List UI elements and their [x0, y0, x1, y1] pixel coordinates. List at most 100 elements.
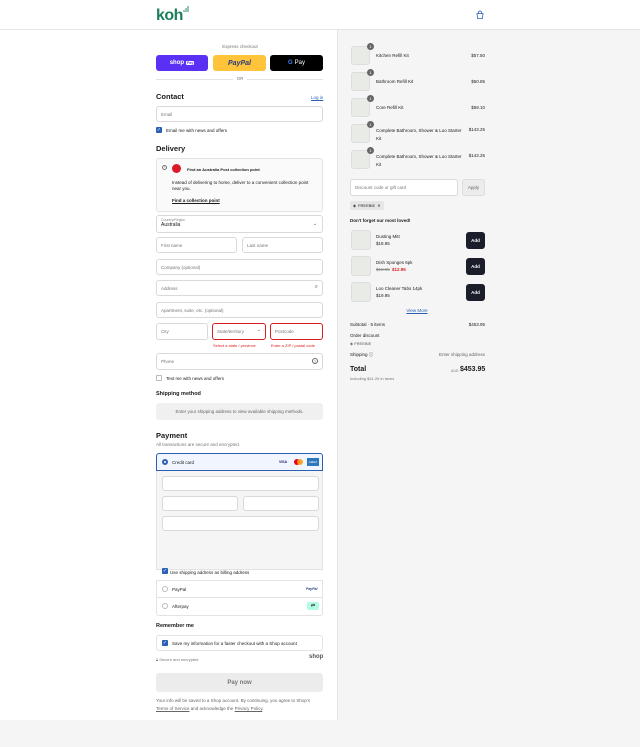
gpay-button[interactable]: G Pay [270, 55, 323, 71]
phone-placeholder: Phone [161, 359, 175, 364]
radio-selected[interactable] [162, 459, 168, 465]
pay-now-button[interactable]: Pay now [156, 673, 323, 692]
upsell-old-price: $18.95 [376, 267, 390, 272]
subtotal-label: Subtotal · 5 items [350, 322, 386, 327]
order-summary: 1 Kitchen Refill Kit $57.50 1 Bathroom R… [337, 30, 640, 720]
apartment-field[interactable]: Apartment, suite, etc. (optional) [156, 302, 323, 318]
qty-badge: 1 [367, 69, 374, 76]
card-form: ✓ [156, 471, 323, 574]
save-info-checkbox[interactable]: ✓ [162, 640, 168, 646]
billing-same-checkbox[interactable]: ✓ [162, 568, 168, 574]
afterpay-option[interactable]: Afterpay ⇄ [156, 598, 323, 616]
discount-field[interactable]: Discount code or gift card [350, 179, 458, 196]
chevron-down-icon: ⌄ [312, 221, 317, 227]
paypal-button[interactable]: PayPal [213, 55, 266, 71]
shipping-label: Shipping ⓘ [350, 352, 373, 358]
phone-field[interactable]: Phone? [156, 353, 323, 370]
postcode-error: Enter a ZIP / postal code [271, 343, 315, 348]
visa-icon: VISA [279, 460, 288, 464]
help-icon[interactable]: ? [312, 358, 318, 364]
first-name-field[interactable]: First name [156, 237, 237, 253]
card-number-field[interactable] [162, 476, 319, 491]
shop-pay-button[interactable]: shop Pay [156, 55, 208, 71]
postcode-field[interactable]: Postcode [270, 323, 323, 340]
company-field[interactable]: Company (optional) [156, 259, 323, 275]
cart-item-name: Complete Bathroom, Shower & Loo Starter … [376, 154, 462, 167]
add-dish-sponges-button[interactable]: Add [466, 258, 485, 275]
city-field[interactable]: City [156, 323, 208, 340]
help-icon[interactable]: ⓘ [369, 352, 374, 357]
add-loo-cleaner-button[interactable]: Add [466, 284, 485, 301]
state-placeholder: State/territory [217, 329, 245, 334]
card-expiry-field[interactable] [162, 496, 238, 511]
brand-logo[interactable]: koh [156, 7, 183, 25]
collection-point-link[interactable]: Find a collection point [172, 198, 220, 203]
chevron-down-icon: ⌄ [256, 327, 261, 333]
discount-tag-text: FREEBIE [358, 203, 376, 208]
cart-item-price: $50.85 [471, 79, 485, 84]
upsell-price: $19.95 [376, 293, 390, 298]
shop-logo: shop [309, 654, 324, 660]
cart-item-name: Kitchen Refill Kit [376, 53, 409, 58]
upsell-sale-price: $12.95 [392, 267, 406, 272]
radio-unselected[interactable] [162, 586, 168, 592]
bag-icon[interactable] [475, 10, 485, 20]
cart-item-name: Core Refill Kit [376, 105, 404, 110]
card-cvv-field[interactable] [243, 496, 319, 511]
last-name-field[interactable]: Last name [242, 237, 323, 253]
login-link[interactable]: Log in [311, 95, 323, 100]
discount-tag: ◈ FREEBIE ✕ [350, 201, 384, 210]
gpay-text: Pay [294, 60, 305, 66]
taxes-note: Including $41.26 in taxes [350, 376, 395, 381]
product-thumbnail [351, 256, 371, 276]
view-more-link[interactable]: View More [338, 308, 496, 313]
email-field[interactable]: Email [156, 106, 323, 122]
afterpay-option-label: Afterpay [172, 604, 189, 609]
product-thumbnail [351, 230, 371, 250]
remember-heading: Remember me [156, 623, 194, 629]
notice-body: Instead of delivering to home, deliver t… [172, 180, 309, 191]
save-info-label: Save my information for a faster checkou… [172, 641, 297, 646]
collection-notice: i Find an Australia Post collection poin… [156, 158, 323, 212]
page-bottom [0, 720, 640, 747]
state-select[interactable]: State/territory ⌄ [212, 323, 266, 340]
card-name-field[interactable] [162, 516, 319, 531]
notice-title: Find an Australia Post collection point [187, 167, 260, 172]
upsell-name: Dish Sponges 6pk [376, 260, 413, 265]
search-icon: ⌕ [314, 284, 318, 290]
subtotal-value: $453.95 [468, 322, 485, 327]
shipping-value: Enter shipping address [438, 352, 485, 357]
credit-card-option[interactable]: Credit card VISA AMEX [156, 453, 323, 471]
country-select[interactable]: Country/Region Australia ⌄ [156, 215, 323, 233]
radio-unselected[interactable] [162, 603, 168, 609]
address-placeholder: Address [161, 285, 178, 291]
text-news-checkbox[interactable] [156, 375, 162, 381]
email-news-checkbox[interactable]: ✓ [156, 127, 162, 133]
shop-terms-link[interactable]: Terms of Service [156, 706, 190, 711]
apply-button[interactable]: Apply [462, 179, 485, 196]
legal-text: Your info will be saved to a Shop accoun… [156, 697, 323, 713]
product-thumbnail [351, 282, 371, 302]
order-discount-label: Order discount [350, 333, 380, 338]
paypal-option[interactable]: PayPal PayPal [156, 580, 323, 598]
add-dusting-mitt-button[interactable]: Add [466, 232, 485, 249]
shop-privacy-link[interactable]: Privacy Policy [235, 706, 263, 711]
upsell-name: Dusting Mitt [376, 234, 400, 239]
payment-subtitle: All transactions are secure and encrypte… [156, 442, 241, 447]
shipping-label-text: Shipping [350, 352, 368, 357]
delivery-heading: Delivery [156, 144, 186, 153]
secure-text: 🔒︎ Secure and encrypted [156, 657, 198, 662]
cart-item-price: $143.25 [468, 153, 485, 158]
tag-icon: ◈ [353, 203, 357, 208]
text-news-label: Text me with news and offers [166, 376, 224, 381]
paypal-logo: PayPal [306, 587, 318, 591]
contact-heading: Contact [156, 92, 184, 101]
legal-and: and acknowledge the [190, 706, 234, 711]
legal-end: . [262, 706, 264, 711]
close-icon[interactable]: ✕ [377, 203, 380, 208]
paypal-option-label: PayPal [172, 587, 187, 592]
info-icon: i [162, 165, 167, 170]
payment-heading: Payment [156, 431, 188, 440]
address-field[interactable]: Address ⌕ [156, 280, 323, 296]
header: koh [0, 0, 640, 30]
